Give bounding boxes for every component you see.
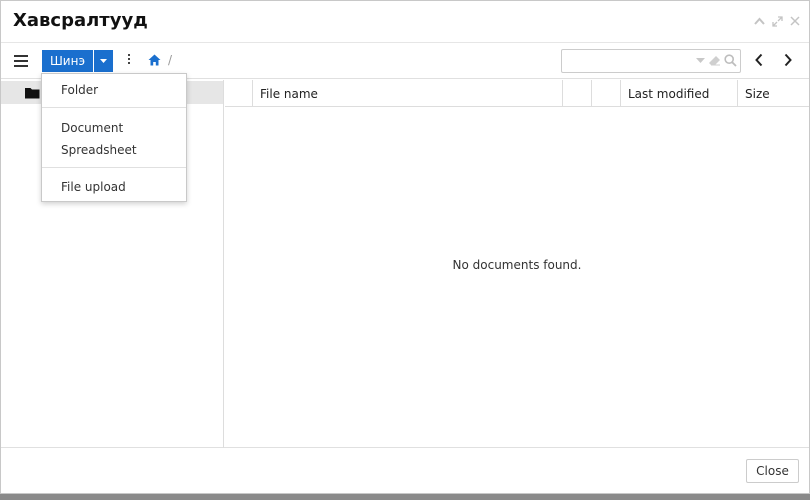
folder-icon — [25, 87, 40, 102]
menu-item-spreadsheet[interactable]: Spreadsheet — [42, 139, 186, 161]
search-input[interactable] — [561, 49, 741, 73]
hamburger-menu-icon[interactable] — [14, 55, 28, 67]
chevron-right-icon[interactable] — [783, 53, 797, 69]
close-icon[interactable] — [789, 14, 801, 28]
breadcrumb-separator: / — [168, 53, 173, 67]
menu-divider — [42, 167, 186, 168]
chevron-up-icon[interactable] — [753, 14, 765, 28]
empty-message: No documents found. — [452, 258, 582, 272]
column-type[interactable] — [563, 80, 592, 107]
file-grid: File name Last modified Size No document… — [225, 80, 809, 448]
caret-down-icon — [100, 59, 107, 63]
search-icons — [696, 54, 737, 67]
menu-item-file-upload[interactable]: File upload — [42, 176, 186, 198]
select-all-column[interactable] — [225, 80, 253, 107]
dialog-titlebar: Хавсралтууд — [1, 1, 809, 43]
new-dropdown-menu: Folder Document Spreadsheet File upload — [41, 73, 187, 202]
more-options-icon[interactable] — [127, 54, 131, 68]
column-file-name[interactable]: File name — [253, 80, 563, 107]
menu-item-document[interactable]: Document — [42, 117, 186, 139]
close-button[interactable]: Close — [746, 459, 799, 483]
search-dropdown-icon[interactable] — [696, 57, 705, 64]
grid-header: File name Last modified Size — [225, 80, 809, 107]
chevron-left-icon[interactable] — [754, 53, 768, 69]
column-status[interactable] — [592, 80, 621, 107]
eraser-icon[interactable] — [708, 55, 721, 66]
search-icon[interactable] — [724, 54, 737, 67]
menu-divider — [42, 107, 186, 108]
home-icon[interactable] — [148, 54, 161, 69]
window-actions — [753, 14, 801, 28]
column-last-modified[interactable]: Last modified — [621, 80, 738, 107]
dialog-title: Хавсралтууд — [13, 10, 148, 31]
column-size[interactable]: Size — [738, 80, 809, 107]
menu-item-folder[interactable]: Folder — [42, 79, 186, 101]
new-button[interactable]: Шинэ — [42, 50, 93, 72]
maximize-icon[interactable] — [771, 14, 783, 28]
new-dropdown-toggle[interactable] — [94, 50, 113, 72]
